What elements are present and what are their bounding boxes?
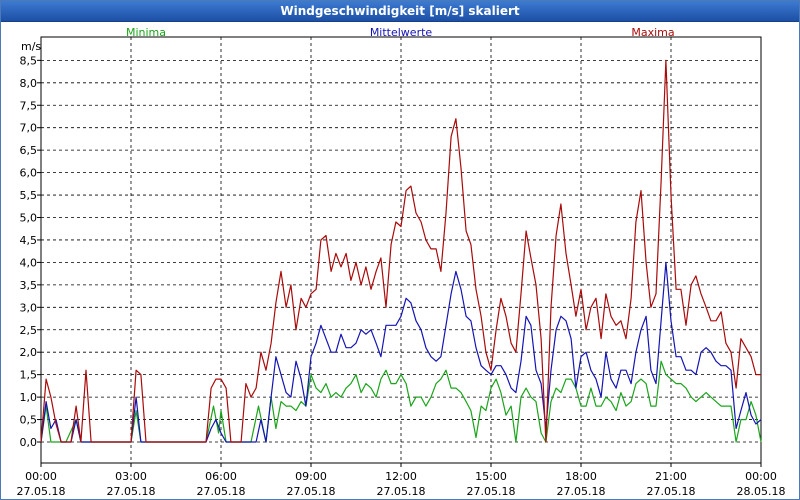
x-tick-label-date: 27.05.18: [647, 485, 696, 498]
x-tick-label-time: 15:00: [475, 470, 507, 483]
legend-maxima: Maxima: [631, 26, 674, 39]
x-tick-label-date: 27.05.18: [557, 485, 606, 498]
title-bar: Windgeschwindigkeit [m/s] skaliert: [1, 1, 799, 22]
y-tick-label: 3,5: [20, 279, 38, 292]
legend-mittelwerte: Mittelwerte: [370, 26, 433, 39]
x-tick-label-time: 03:00: [115, 470, 147, 483]
y-tick-label: 1,0: [20, 391, 38, 404]
x-tick-label-date: 27.05.18: [17, 485, 66, 498]
x-tick-label-time: 18:00: [565, 470, 597, 483]
y-axis-label: m/s: [21, 40, 41, 53]
x-tick-label-time: 21:00: [655, 470, 687, 483]
y-tick-label: 2,0: [20, 346, 38, 359]
x-tick-label-date: 27.05.18: [467, 485, 516, 498]
y-tick-label: 5,5: [20, 189, 38, 202]
x-tick-label-date: 27.05.18: [197, 485, 246, 498]
x-tick-label-date: 27.05.18: [377, 485, 426, 498]
y-tick-label: 0,5: [20, 414, 38, 427]
y-tick-label: 6,0: [20, 167, 38, 180]
y-tick-label: 5,0: [20, 212, 38, 225]
x-tick-label-date: 27.05.18: [107, 485, 156, 498]
x-tick-label-time: 12:00: [385, 470, 417, 483]
y-tick-label: 3,0: [20, 301, 38, 314]
x-tick-label-time: 09:00: [295, 470, 327, 483]
y-tick-label: 8,0: [20, 77, 38, 90]
y-tick-label: 2,5: [20, 324, 38, 337]
legend-minima: Minima: [126, 26, 166, 39]
y-tick-label: 4,5: [20, 234, 38, 247]
window-title: Windgeschwindigkeit [m/s] skaliert: [280, 4, 520, 18]
wind-speed-chart: 0,0 0,5 1,0 1,5 2,0 2,5 3,0 3,5 4,0 4,5 5,0 5,5 6,0 6…: [17, 26, 786, 498]
y-tick-label: 0,0: [20, 436, 38, 449]
y-tick-label: 6,5: [20, 144, 38, 157]
y-tick-label: 8,5: [20, 54, 38, 67]
x-tick-label-time: 00:00: [745, 470, 777, 483]
x-tick-label-time: 00:00: [25, 470, 57, 483]
x-tick-label-date: 28.05.18: [737, 485, 786, 498]
y-tick-label: 7,5: [20, 99, 38, 112]
y-tick-label: 4,0: [20, 256, 38, 269]
chart-window: Windgeschwindigkeit [m/s] skaliert 0,0 0,…: [0, 0, 800, 500]
y-tick-label: 1,5: [20, 369, 38, 382]
x-tick-label-date: 27.05.18: [287, 485, 336, 498]
x-tick-label-time: 06:00: [205, 470, 237, 483]
y-tick-label: 7,0: [20, 122, 38, 135]
